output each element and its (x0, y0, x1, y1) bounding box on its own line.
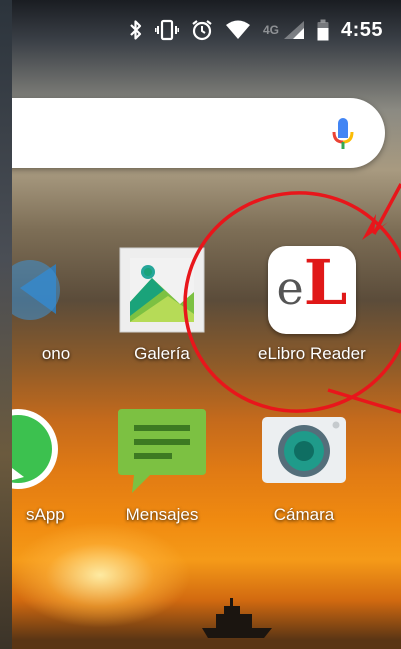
app-gallery[interactable]: Galería (116, 244, 208, 364)
app-label-elibro: eLibro Reader (258, 344, 366, 363)
signal-icon (283, 18, 305, 42)
wifi-icon (225, 18, 251, 42)
elibro-icon: eL (267, 246, 356, 334)
messages-icon (116, 405, 208, 497)
alarm-icon (191, 18, 213, 42)
app-label-phone: ono (41, 344, 71, 363)
network-type: 4G (262, 23, 279, 37)
home-screen: 4G 4:55 ono Galería e L eLibro Reader sA… (12, 0, 401, 649)
app-phone[interactable]: ono (12, 244, 74, 364)
app-elibro-reader[interactable]: eL eLibro Reader (258, 244, 366, 364)
bluetooth-icon (129, 18, 143, 42)
app-messages[interactable]: Mensajes (116, 405, 208, 525)
clock: 4:55 (340, 18, 383, 41)
elibro-icon-l: L (303, 246, 348, 319)
battery-icon (317, 18, 329, 42)
vibrate-icon (154, 18, 179, 42)
gallery-icon (116, 244, 208, 336)
app-label-messages: Mensajes (125, 505, 199, 524)
mic-icon[interactable] (331, 117, 355, 156)
camera-icon (258, 405, 350, 497)
search-bar[interactable] (12, 98, 385, 168)
status-bar: 4G 4:55 (12, 0, 401, 60)
app-whatsapp[interactable]: sApp (12, 405, 65, 525)
app-label-camera: Cámara (273, 505, 335, 524)
app-label-gallery: Galería (134, 344, 190, 363)
app-camera[interactable]: Cámara (258, 405, 350, 525)
elibro-icon-wrap: eL (266, 244, 358, 336)
app-label-whatsapp: sApp (26, 505, 65, 524)
boat-silhouette (202, 598, 272, 638)
whatsapp-icon (12, 405, 64, 497)
elibro-icon-e: e (276, 261, 304, 315)
phone-icon (12, 244, 74, 336)
